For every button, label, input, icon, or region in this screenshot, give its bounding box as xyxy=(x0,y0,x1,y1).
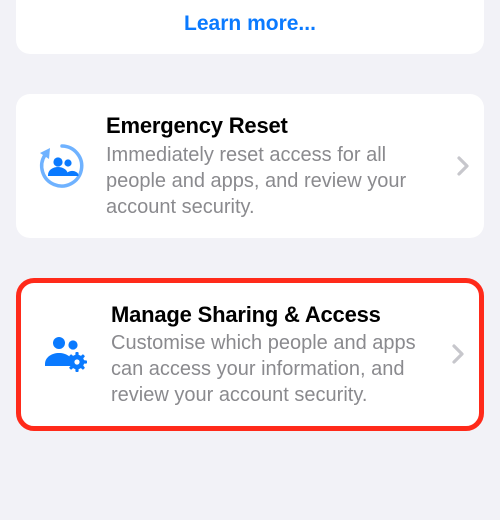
chevron-right-icon xyxy=(456,155,470,177)
emergency-reset-title: Emergency Reset xyxy=(106,112,438,140)
manage-sharing-row[interactable]: Manage Sharing & Access Customise which … xyxy=(21,283,479,427)
reset-people-icon xyxy=(36,140,88,192)
manage-sharing-card: Manage Sharing & Access Customise which … xyxy=(16,278,484,432)
people-gear-icon xyxy=(41,328,93,380)
emergency-reset-row[interactable]: Emergency Reset Immediately reset access… xyxy=(16,94,484,238)
learn-more-card: Learn more... xyxy=(16,0,484,54)
manage-sharing-subtitle: Customise which people and apps can acce… xyxy=(111,330,433,408)
emergency-reset-subtitle: Immediately reset access for all people … xyxy=(106,142,438,220)
manage-sharing-title: Manage Sharing & Access xyxy=(111,301,433,329)
chevron-right-icon xyxy=(451,343,465,365)
emergency-reset-text: Emergency Reset Immediately reset access… xyxy=(106,112,438,220)
learn-more-link[interactable]: Learn more... xyxy=(16,12,484,36)
emergency-reset-card: Emergency Reset Immediately reset access… xyxy=(16,94,484,238)
manage-sharing-text: Manage Sharing & Access Customise which … xyxy=(111,301,433,409)
